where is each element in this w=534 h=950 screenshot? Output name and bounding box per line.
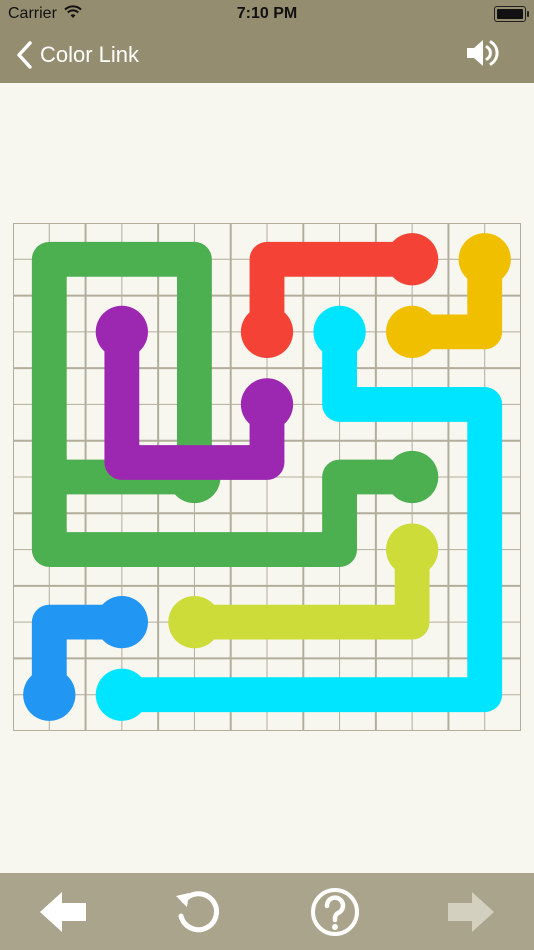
status-bar: Carrier 7:10 PM [0,0,534,28]
endpoint-blue[interactable] [95,596,148,649]
endpoint-red[interactable] [386,233,439,286]
arrow-left-icon[interactable] [36,885,90,939]
endpoint-purple[interactable] [95,305,148,358]
battery-icon [494,6,529,22]
endpoint-green[interactable] [386,450,439,504]
help-icon[interactable] [308,885,362,939]
header-bar: Carrier 7:10 PM Color Link [0,0,534,83]
endpoint-red[interactable] [240,305,294,358]
endpoint-cyan[interactable] [313,305,366,358]
back-button[interactable]: Color Link [14,40,139,70]
endpoint-lime[interactable] [386,523,439,576]
speaker-icon[interactable] [464,36,500,70]
navigation-bar: Color Link [0,34,534,78]
restart-icon[interactable] [172,885,226,939]
arrow-right-icon[interactable] [444,885,498,939]
clock: 7:10 PM [236,5,298,22]
bottom-toolbar [0,873,534,950]
endpoint-purple[interactable] [240,378,294,431]
chevron-left-icon [17,41,32,69]
page-title: Color Link [40,42,140,67]
board-svg[interactable] [12,222,522,732]
endpoint-yellow[interactable] [386,305,439,358]
endpoint-blue[interactable] [23,668,76,721]
endpoint-lime[interactable] [168,596,221,649]
game-board[interactable] [12,222,522,732]
endpoint-cyan[interactable] [95,668,148,721]
endpoint-yellow[interactable] [458,233,511,286]
